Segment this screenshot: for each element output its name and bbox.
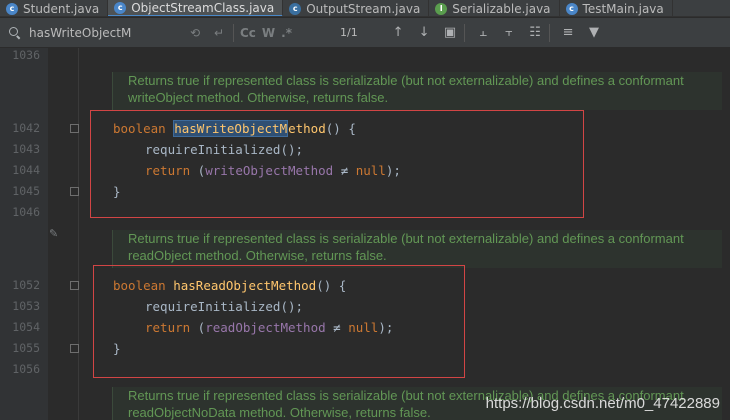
line-number: 1036 bbox=[12, 48, 40, 62]
annotation-box bbox=[90, 110, 584, 218]
java-class-icon: c bbox=[6, 2, 18, 15]
search-icon[interactable] bbox=[9, 26, 21, 39]
tab-label: ObjectStreamClass.java bbox=[131, 0, 275, 15]
line-number: 1044 bbox=[12, 163, 40, 177]
line-number: 1042 bbox=[12, 121, 40, 135]
line-number: 1055 bbox=[12, 341, 40, 355]
search-input[interactable] bbox=[29, 22, 179, 43]
tab-objectstreamclass[interactable]: c ObjectStreamClass.java bbox=[108, 0, 284, 16]
java-interface-icon: I bbox=[435, 2, 448, 15]
tab-student[interactable]: c Student.java bbox=[0, 0, 109, 16]
code-editor[interactable]: 1036 1042 1043 1044 1045 1046 1052 1053 … bbox=[0, 48, 730, 420]
tab-testmain[interactable]: c TestMain.java bbox=[560, 0, 673, 16]
fold-marker-icon[interactable] bbox=[70, 187, 79, 196]
select-all-icon[interactable]: ☷ bbox=[527, 25, 543, 40]
line-number: 1045 bbox=[12, 184, 40, 198]
edit-doc-icon[interactable]: ✎ bbox=[49, 227, 61, 240]
fold-marker-icon[interactable] bbox=[70, 281, 79, 290]
editor-tab-bar: c Student.java c ObjectStreamClass.java … bbox=[0, 0, 730, 17]
tab-label: TestMain.java bbox=[582, 1, 664, 16]
javadoc-render: Returns true if represented class is ser… bbox=[112, 72, 722, 110]
select-all-occurrences-icon[interactable]: ▣ bbox=[442, 25, 458, 40]
line-number: 1046 bbox=[12, 205, 40, 219]
whole-words-toggle[interactable]: W bbox=[262, 26, 275, 40]
javadoc-render: Returns true if represented class is ser… bbox=[112, 230, 722, 268]
watermark: https://blog.csdn.net/m0_47422889 bbox=[485, 395, 720, 412]
add-occurrence-icon[interactable]: ⫠ bbox=[475, 25, 491, 40]
tab-label: OutputStream.java bbox=[306, 1, 421, 16]
line-number: 1053 bbox=[12, 299, 40, 313]
line-number: 1052 bbox=[12, 278, 40, 292]
fold-marker-icon[interactable] bbox=[70, 344, 79, 353]
gutter-divider bbox=[78, 48, 79, 420]
java-class-icon: c bbox=[114, 1, 127, 14]
context-options-icon[interactable]: ≡ bbox=[560, 25, 576, 40]
filter-icon[interactable]: ▼ bbox=[586, 25, 602, 40]
java-class-icon: c bbox=[565, 2, 578, 15]
divider bbox=[233, 23, 234, 42]
match-count: 1/1 bbox=[340, 26, 358, 39]
tab-outputstream[interactable]: c OutputStream.java bbox=[283, 0, 430, 16]
tab-label: Serializable.java bbox=[452, 1, 551, 16]
match-case-toggle[interactable]: Cc bbox=[240, 26, 256, 40]
annotation-box bbox=[93, 265, 465, 378]
next-occurrence-icon[interactable]: ↓ bbox=[416, 25, 432, 40]
line-number: 1054 bbox=[12, 320, 40, 334]
line-number: 1043 bbox=[12, 142, 40, 156]
tab-serializable[interactable]: I Serializable.java bbox=[429, 0, 560, 16]
regex-toggle[interactable]: .* bbox=[281, 26, 292, 40]
find-bar: ⟲ ↵ Cc W .* 1/1 ↑ ↓ ▣ ⫠ ⫟ ☷ ≡ ▼ bbox=[0, 18, 730, 48]
remove-occurrence-icon[interactable]: ⫟ bbox=[501, 25, 517, 40]
divider bbox=[464, 23, 466, 42]
clear-search-icon[interactable]: ⟲ bbox=[187, 26, 203, 40]
tab-label: Student.java bbox=[23, 1, 100, 16]
divider bbox=[549, 23, 551, 42]
line-number: 1056 bbox=[12, 362, 40, 376]
new-line-icon[interactable]: ↵ bbox=[211, 26, 227, 40]
java-class-icon: c bbox=[289, 2, 302, 15]
fold-marker-icon[interactable] bbox=[70, 124, 79, 133]
previous-occurrence-icon[interactable]: ↑ bbox=[390, 25, 406, 40]
